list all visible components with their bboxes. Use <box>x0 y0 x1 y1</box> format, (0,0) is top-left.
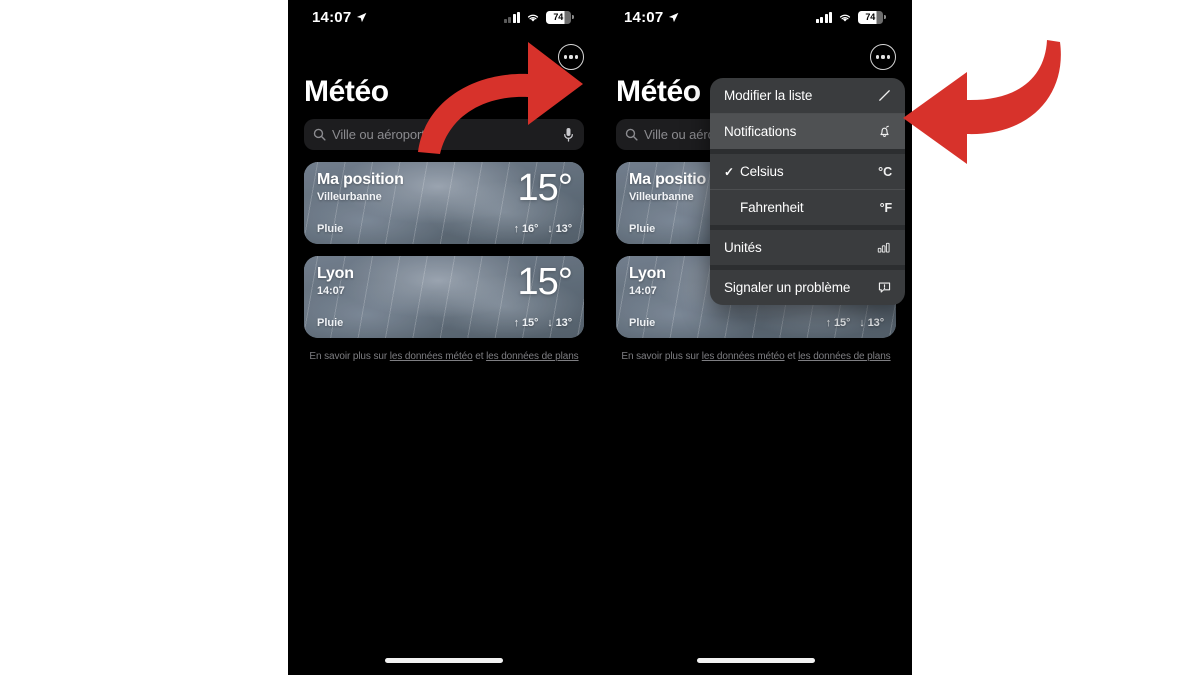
footnote-middle: et <box>472 351 487 362</box>
card-high: ↑ 15° <box>513 317 539 329</box>
red-arrow-pointing-to-menu <box>903 40 1061 164</box>
menu-item-notifications[interactable]: Notifications <box>710 114 905 149</box>
celsius-unit-glyph: °C <box>878 164 892 179</box>
cellular-bars-icon <box>503 11 521 23</box>
card-temperature: 15° <box>517 167 573 209</box>
check-icon: ✓ <box>724 164 734 179</box>
status-time-group: 14:07 <box>312 9 367 26</box>
fahrenheit-unit-glyph: °F <box>879 200 893 215</box>
status-bar: 14:07 74 <box>600 0 912 34</box>
location-arrow-icon <box>357 12 367 22</box>
menu-item-label: Modifier la liste <box>724 88 813 103</box>
ellipsis-dot <box>887 55 891 59</box>
search-placeholder: Ville ou aéroport <box>332 127 425 142</box>
speech-bubble-exclamation-icon <box>878 282 891 293</box>
card-condition: Pluie <box>317 223 344 235</box>
footnote: En savoir plus sur les données météo et … <box>600 351 912 362</box>
menu-item-modifier-la-liste[interactable]: Modifier la liste <box>710 78 905 113</box>
card-sublabel: 14:07 <box>629 285 657 297</box>
card-condition: Pluie <box>317 317 344 329</box>
battery-level: 74 <box>865 11 876 22</box>
status-time: 14:07 <box>624 8 664 26</box>
bell-icon <box>880 125 889 138</box>
card-high: ↑ 15° <box>825 317 851 329</box>
status-indicators: 74 <box>815 10 886 24</box>
ellipsis-dot <box>563 55 567 59</box>
card-location-name: Ma position <box>317 171 404 188</box>
footnote-middle: et <box>784 351 799 362</box>
card-high-low: ↑ 16° ↓ 13° <box>513 223 573 235</box>
card-location-name: Ma positio <box>629 171 707 188</box>
status-time-group: 14:07 <box>624 9 679 26</box>
phone-screen-left: 14:07 74 Météo Ville ou aéroport Ma posi… <box>288 0 600 675</box>
home-indicator[interactable] <box>385 658 503 663</box>
more-options-button[interactable] <box>870 44 896 70</box>
status-bar: 14:07 74 <box>288 0 600 34</box>
battery-icon: 74 <box>546 10 574 24</box>
weather-card[interactable]: Lyon 14:07 Pluie 15° ↑ 15° ↓ 13° <box>304 256 584 338</box>
card-condition: Pluie <box>629 317 656 329</box>
ellipsis-dot <box>875 55 879 59</box>
menu-item-label: Fahrenheit <box>740 200 804 215</box>
weather-card[interactable]: Ma position Villeurbanne Pluie 15° ↑ 16°… <box>304 162 584 244</box>
bars-icon <box>877 242 890 253</box>
card-location-name: Lyon <box>317 265 354 282</box>
footnote-link-map-data[interactable]: les données de plans <box>486 351 579 362</box>
footnote-prefix: En savoir plus sur <box>621 351 702 362</box>
card-sublabel: Villeurbanne <box>629 191 694 203</box>
more-options-button[interactable] <box>558 44 584 70</box>
phone-screen-right: 14:07 74 Météo Ville ou aéro Ma positio … <box>600 0 912 675</box>
card-location-name: Lyon <box>629 265 666 282</box>
card-high-low: ↑ 15° ↓ 13° <box>825 317 885 329</box>
card-high: ↑ 16° <box>513 223 539 235</box>
ellipsis-dot <box>575 55 579 59</box>
menu-item-label: Notifications <box>724 124 797 139</box>
wifi-icon <box>528 14 539 22</box>
card-low: ↓ 13° <box>547 223 572 235</box>
pencil-icon <box>879 90 890 101</box>
microphone-icon[interactable] <box>562 127 575 143</box>
menu-item-signaler-un-probleme[interactable]: Signaler un problème <box>710 270 905 305</box>
search-icon <box>625 128 638 141</box>
menu-item-label: Celsius <box>740 164 784 179</box>
menu-item-label-group: Fahrenheit <box>724 200 804 215</box>
card-high-low: ↑ 15° ↓ 13° <box>513 317 573 329</box>
menu-item-label-group: ✓ Celsius <box>724 164 784 179</box>
search-icon <box>313 128 326 141</box>
cellular-bars-icon <box>815 11 833 23</box>
location-arrow-icon <box>669 12 679 22</box>
ellipsis-dot <box>881 55 885 59</box>
footnote-link-weather-data[interactable]: les données météo <box>390 351 473 362</box>
card-sublabel: 14:07 <box>317 285 345 297</box>
screenshot-stage: 14:07 74 Météo Ville ou aéroport Ma posi… <box>0 0 1200 675</box>
page-title: Météo <box>616 75 701 108</box>
wifi-icon <box>840 14 851 22</box>
card-sublabel: Villeurbanne <box>317 191 382 203</box>
page-title: Météo <box>304 75 389 108</box>
menu-item-label: Signaler un problème <box>724 280 851 295</box>
footnote-link-map-data[interactable]: les données de plans <box>798 351 891 362</box>
search-input[interactable]: Ville ou aéroport <box>304 119 584 150</box>
menu-item-label: Unités <box>724 240 762 255</box>
context-menu[interactable]: Modifier la liste Notifications ✓ Celsiu… <box>710 78 905 305</box>
menu-item-fahrenheit[interactable]: Fahrenheit °F <box>710 190 905 225</box>
home-indicator[interactable] <box>697 658 815 663</box>
menu-item-celsius[interactable]: ✓ Celsius °C <box>710 154 905 189</box>
ellipsis-dot <box>569 55 573 59</box>
footnote-link-weather-data[interactable]: les données météo <box>702 351 785 362</box>
status-indicators: 74 <box>503 10 574 24</box>
footnote-prefix: En savoir plus sur <box>309 351 390 362</box>
menu-item-unites[interactable]: Unités <box>710 230 905 265</box>
card-condition: Pluie <box>629 223 656 235</box>
card-low: ↓ 13° <box>547 317 572 329</box>
footnote: En savoir plus sur les données météo et … <box>288 351 600 362</box>
battery-level: 74 <box>553 11 564 22</box>
status-time: 14:07 <box>312 8 352 26</box>
card-temperature: 15° <box>517 261 573 303</box>
battery-icon: 74 <box>858 10 886 24</box>
card-low: ↓ 13° <box>859 317 884 329</box>
